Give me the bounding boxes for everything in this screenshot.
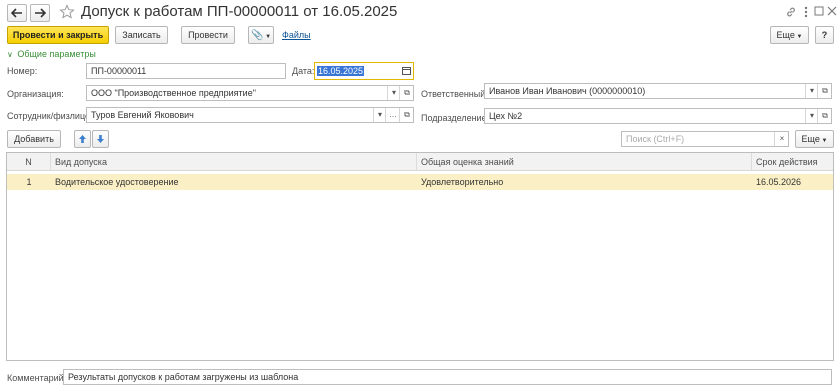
column-header-n[interactable]: N (7, 153, 51, 171)
move-up-button[interactable] (74, 130, 91, 148)
favorite-star-icon[interactable] (59, 4, 75, 20)
select-icon[interactable]: … (385, 108, 400, 122)
chevron-down-icon: ▼ (263, 34, 272, 40)
cell-n: 1 (26, 177, 32, 187)
open-icon[interactable]: ⧉ (399, 86, 413, 100)
department-field[interactable]: Цех №2 ▾ ⧉ (484, 108, 832, 124)
column-header-score[interactable]: Общая оценка знаний (417, 153, 752, 171)
chevron-down-icon: ▼ (794, 34, 803, 40)
responsible-label: Ответственный: (421, 89, 488, 99)
responsible-value: Иванов Иван Иванович (0000000010) (489, 86, 646, 96)
cell-expiry: 16.05.2026 (756, 177, 802, 187)
employee-label: Сотрудник/физлицо: (7, 111, 93, 121)
more-menu-icon[interactable] (802, 5, 810, 19)
number-field[interactable]: ПП-00000011 (86, 63, 286, 79)
paperclip-icon: 📎 (250, 30, 264, 41)
group-toggle[interactable]: ∨ Общие параметры (7, 49, 96, 61)
table-header: N Вид допуска Общая оценка знаний Срок д… (7, 153, 833, 171)
organization-label: Организация: (7, 89, 64, 99)
date-field[interactable]: 16.05.2025 (314, 62, 414, 80)
move-down-button[interactable] (92, 130, 109, 148)
data-table: N Вид допуска Общая оценка знаний Срок д… (6, 152, 834, 361)
page-title: Допуск к работам ПП-00000011 от 16.05.20… (81, 3, 398, 20)
table-row[interactable]: 1 Водительское удостоверение Удовлетвори… (7, 174, 833, 190)
column-header-expiry[interactable]: Срок действия (752, 153, 833, 171)
department-label: Подразделение: (421, 113, 490, 123)
arrow-left-icon (10, 8, 22, 18)
responsible-field[interactable]: Иванов Иван Иванович (0000000010) ▾ ⧉ (484, 83, 832, 99)
chevron-down-icon: ∨ (7, 50, 13, 59)
more-label: Еще (776, 30, 795, 40)
organization-field[interactable]: ООО "Производственное предприятие" ▾ ⧉ (86, 85, 414, 101)
maximize-icon[interactable] (813, 5, 825, 17)
chevron-down-icon: ▼ (819, 138, 828, 144)
save-button[interactable]: Записать (115, 26, 168, 44)
organization-value: ООО "Производственное предприятие" (91, 88, 256, 98)
department-value: Цех №2 (489, 111, 523, 121)
arrow-right-icon (35, 8, 47, 18)
comment-field[interactable]: Результаты допусков к работам загружены … (63, 369, 832, 385)
table-more-label: Еще (801, 134, 820, 144)
post-button[interactable]: Провести (181, 26, 235, 44)
arrow-up-icon (79, 135, 86, 143)
comment-label: Комментарий: (7, 373, 67, 383)
employee-value: Туров Евгений Яковович (91, 110, 194, 120)
clear-search-icon[interactable]: × (774, 132, 788, 146)
search-placeholder: Поиск (Ctrl+F) (626, 134, 685, 144)
files-link[interactable]: Файлы (282, 29, 311, 41)
close-icon[interactable] (826, 5, 838, 17)
arrow-down-icon (97, 135, 104, 143)
attachment-dropdown-button[interactable]: 📎 ▼ (248, 26, 274, 44)
date-value: 16.05.2025 (317, 66, 365, 76)
post-and-close-button[interactable]: Провести и закрыть (7, 26, 109, 44)
employee-field[interactable]: Туров Евгений Яковович ▾ … ⧉ (86, 107, 414, 123)
more-button[interactable]: Еще ▼ (770, 26, 809, 44)
back-button[interactable] (7, 4, 27, 22)
table-more-button[interactable]: Еще ▼ (795, 130, 834, 148)
cell-type: Водительское удостоверение (55, 177, 179, 187)
open-icon[interactable]: ⧉ (817, 84, 831, 98)
add-button[interactable]: Добавить (7, 130, 61, 148)
number-label: Номер: (7, 66, 38, 76)
search-input[interactable]: Поиск (Ctrl+F) × (621, 131, 789, 147)
cell-score: Удовлетворительно (421, 177, 504, 187)
forward-button[interactable] (30, 4, 50, 22)
link-icon[interactable] (785, 6, 797, 18)
open-icon[interactable]: ⧉ (399, 108, 413, 122)
column-header-type[interactable]: Вид допуска (51, 153, 417, 171)
group-title: Общие параметры (17, 49, 96, 59)
help-button[interactable]: ? (815, 26, 834, 44)
open-icon[interactable]: ⧉ (817, 109, 831, 123)
calendar-icon[interactable] (399, 64, 413, 78)
date-label: Дата: (292, 66, 315, 76)
